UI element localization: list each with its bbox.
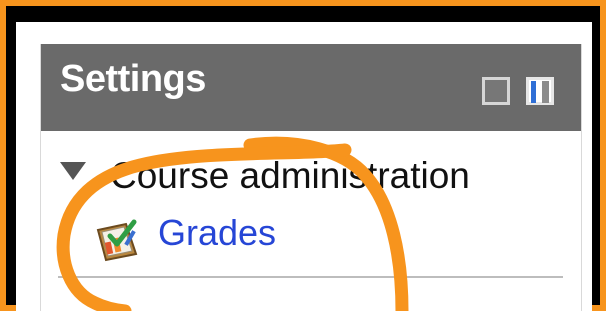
settings-block-title: Settings bbox=[60, 58, 206, 100]
triangle-down-icon[interactable] bbox=[60, 162, 86, 180]
settings-block-header: Settings bbox=[41, 44, 581, 131]
course-administration-node[interactable]: Course administration bbox=[110, 155, 470, 197]
dock-icon-grey-bar bbox=[542, 81, 549, 103]
grades-link[interactable]: Grades bbox=[158, 212, 276, 254]
grades-icon[interactable] bbox=[92, 216, 144, 262]
dock-block-icon[interactable] bbox=[526, 77, 554, 105]
dock-icon-blue-bar bbox=[531, 81, 536, 103]
hide-block-icon[interactable] bbox=[482, 77, 510, 105]
tree-divider bbox=[58, 276, 563, 278]
